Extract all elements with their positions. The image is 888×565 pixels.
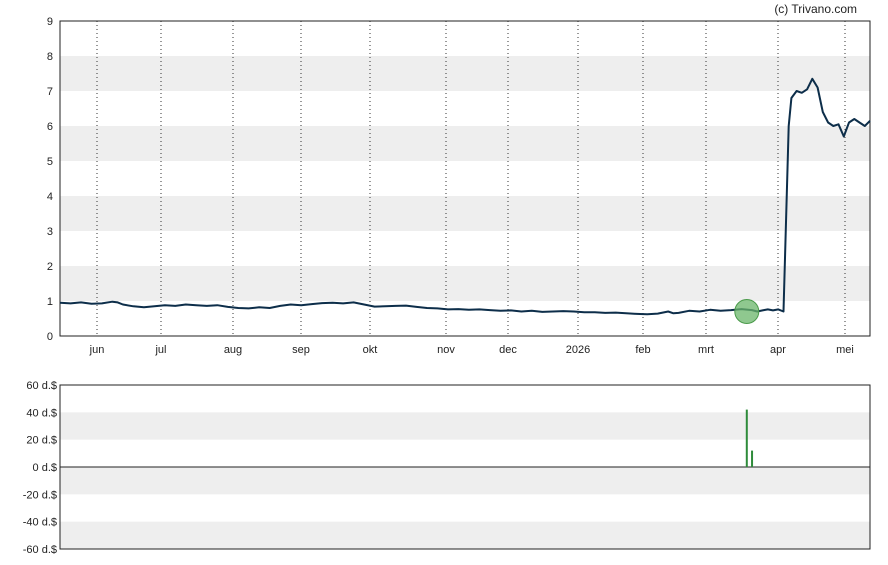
- x-tick-label: apr: [770, 344, 786, 356]
- x-tick-label: 2026: [566, 344, 590, 356]
- chart-container: jun jul aug sep okt nov dec 2026 feb mrt apr mei 0 1 2…: [0, 0, 888, 565]
- x-tick-label: aug: [224, 344, 242, 356]
- y-tick-label: -60 d.$: [23, 544, 57, 556]
- volume-bar: [751, 450, 754, 467]
- x-tick-label: mrt: [698, 344, 714, 356]
- x-tick-label: jul: [154, 344, 166, 356]
- x-tick-label: sep: [292, 344, 310, 356]
- x-tick-label: nov: [437, 344, 455, 356]
- y-tick-label: 60 d.$: [26, 380, 57, 392]
- y-tick-label: 6: [47, 121, 53, 133]
- x-tick-label: mei: [836, 344, 854, 356]
- y-tick-label: 40 d.$: [26, 407, 57, 419]
- grid-band: [60, 467, 870, 495]
- grid-band: [60, 521, 870, 549]
- chart-canvas: jun jul aug sep okt nov dec 2026 feb mrt apr mei 0 1 2…: [23, 2, 871, 556]
- x-tick-label: jun: [89, 344, 105, 356]
- y-tick-label: 9: [47, 16, 53, 28]
- y-tick-label: 8: [47, 51, 53, 63]
- x-tick-label: dec: [499, 344, 517, 356]
- y-tick-label: 0: [47, 331, 53, 343]
- y-tick-label: -20 d.$: [23, 489, 57, 501]
- y-tick-label: -40 d.$: [23, 517, 57, 529]
- grid-band: [60, 196, 870, 231]
- grid-band: [60, 56, 870, 91]
- x-tick-label: okt: [363, 344, 378, 356]
- y-tick-label: 7: [47, 86, 53, 98]
- grid-band: [60, 126, 870, 161]
- volume-bar: [745, 409, 748, 467]
- y-tick-label: 5: [47, 156, 53, 168]
- y-tick-label: 2: [47, 261, 53, 273]
- y-tick-label: 1: [47, 296, 53, 308]
- x-tick-label: feb: [635, 344, 650, 356]
- credit-label: (c) Trivano.com: [774, 2, 857, 16]
- event-marker: [734, 299, 760, 324]
- y-tick-label: 3: [47, 226, 53, 238]
- grid-band: [60, 412, 870, 440]
- grid-band: [60, 266, 870, 301]
- y-tick-label: 20 d.$: [26, 435, 57, 447]
- y-tick-label: 0 d.$: [33, 462, 57, 474]
- y-tick-label: 4: [47, 191, 53, 203]
